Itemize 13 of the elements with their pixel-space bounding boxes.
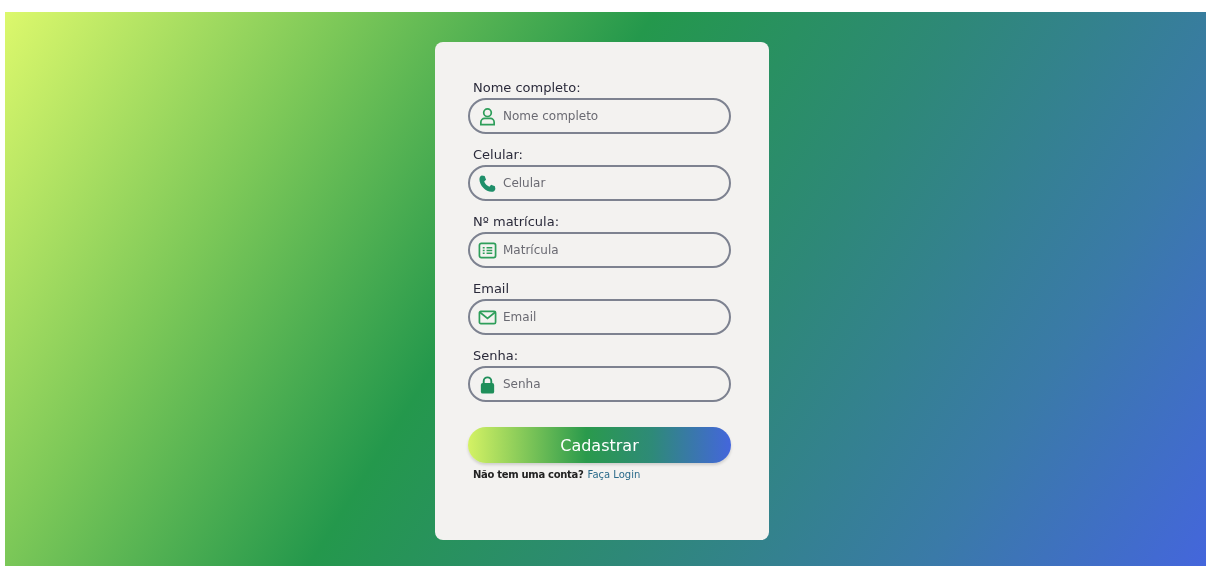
field-label: Senha:: [473, 348, 520, 363]
field-label: Nome completo:: [473, 80, 582, 95]
signup-button[interactable]: Cadastrar: [468, 427, 731, 463]
field-label: Email: [473, 281, 511, 296]
input-field[interactable]: Email: [468, 299, 731, 335]
input-field[interactable]: Celular: [468, 165, 731, 201]
input-field[interactable]: Matrícula: [468, 232, 731, 268]
field-label: Celular:: [473, 147, 524, 162]
field-label: Nº matrícula:: [473, 214, 560, 229]
input-field[interactable]: Nome completo: [468, 98, 731, 134]
input-field[interactable]: Senha: [468, 366, 731, 402]
footer-text: Não tem uma conta?: [473, 469, 584, 480]
login-link[interactable]: Faça Login: [587, 469, 641, 480]
